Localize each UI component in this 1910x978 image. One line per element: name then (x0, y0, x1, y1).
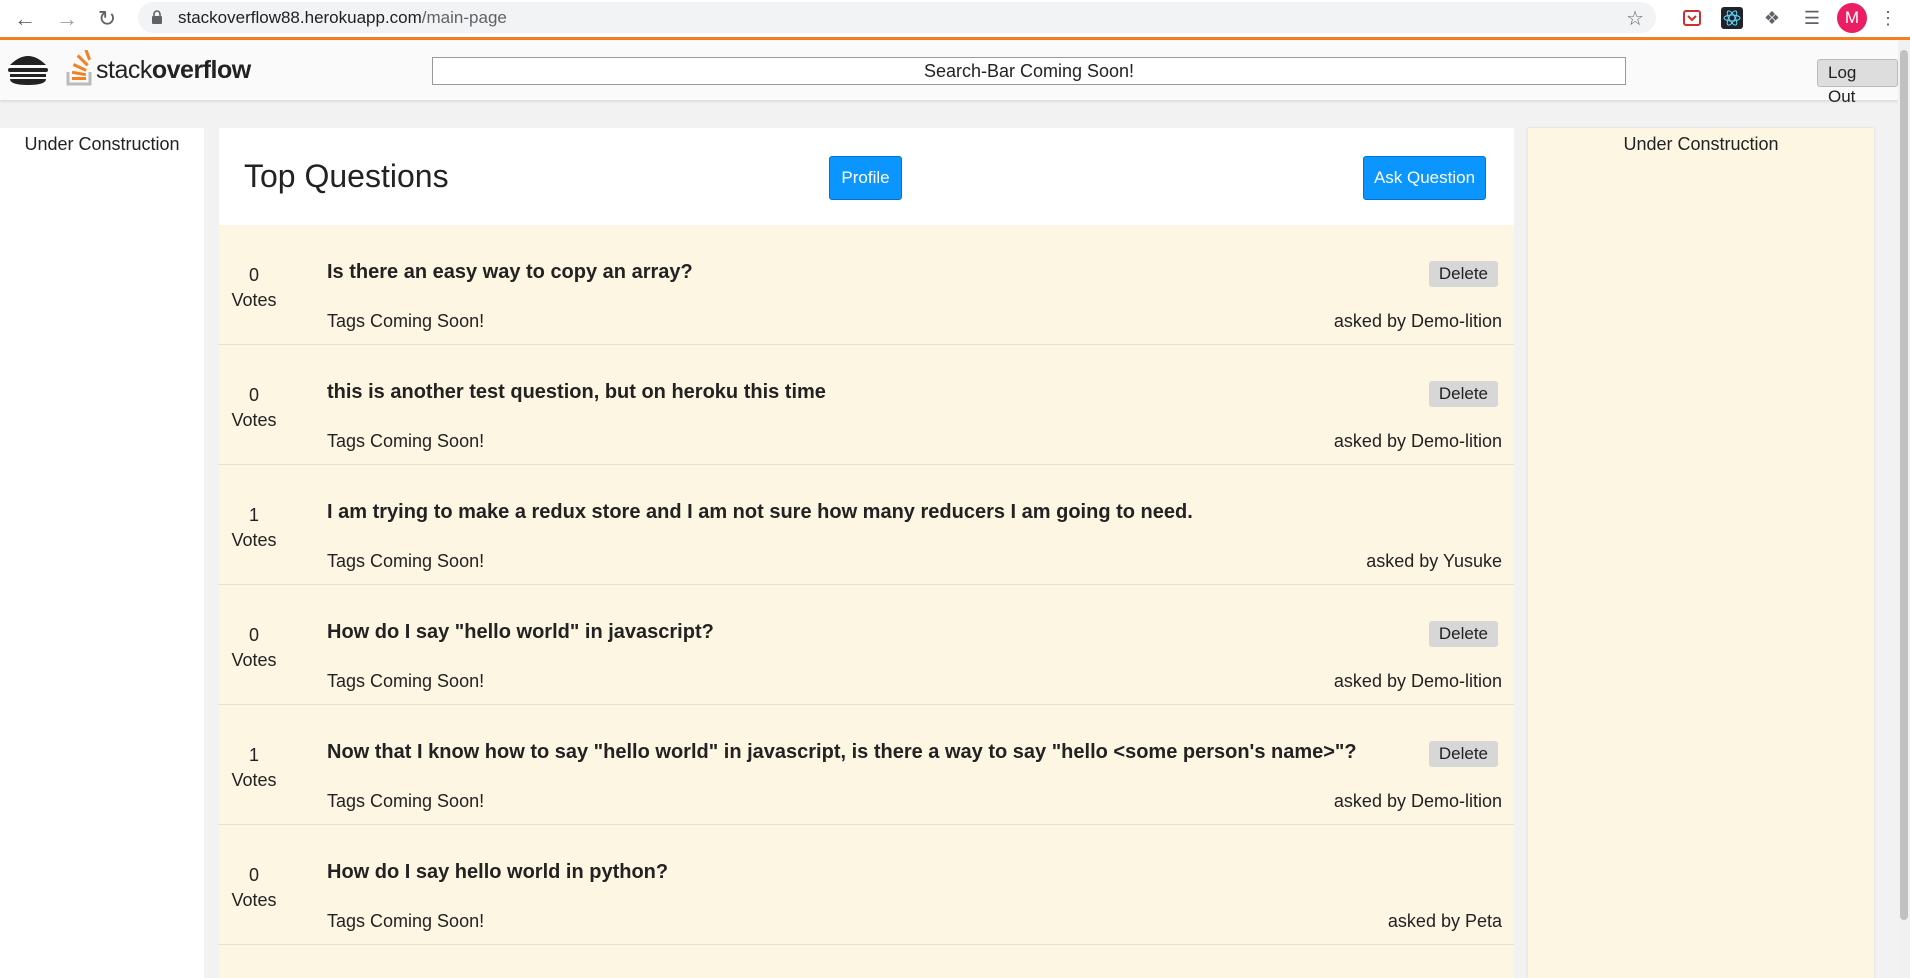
vote-count: 0 Votes (231, 265, 277, 310)
delete-button[interactable]: Delete (1428, 741, 1498, 767)
right-sidebar-label: Under Construction (1623, 134, 1779, 154)
right-sidebar: Under Construction (1528, 128, 1874, 978)
vote-count: 0 Votes (231, 625, 277, 670)
question-author: asked by Peta (1387, 911, 1502, 931)
burger-icon[interactable] (6, 50, 50, 86)
puzzle-icon[interactable]: ❖ (1759, 5, 1785, 31)
question-tags: Tags Coming Soon! (327, 311, 485, 331)
question-row: 1 Votes I am trying to make a redux store… (219, 465, 1514, 585)
vote-count: 0 Votes (231, 385, 277, 430)
question-author: asked by Yusuke (1366, 551, 1502, 571)
question-row: 0 Votes How do I say hello world in pytho… (219, 825, 1514, 945)
question-tags: Tags Coming Soon! (327, 431, 485, 451)
question-author: asked by Demo-lition (1333, 431, 1502, 451)
profile-button[interactable]: Profile (829, 156, 902, 200)
question-row: 0 Votes Is there an easy way to copy an a… (219, 225, 1514, 345)
question-row: 0 Votes this is another test question, bu… (219, 345, 1514, 465)
back-icon[interactable]: ← (10, 4, 40, 34)
page-title: Top Questions (244, 158, 449, 194)
profile-avatar[interactable]: M (1837, 3, 1867, 33)
question-row: 0 Votes How do I say "hello world" in jav… (219, 585, 1514, 705)
bookmark-star-icon[interactable]: ☆ (1626, 6, 1644, 31)
react-devtools-icon[interactable] (1719, 5, 1745, 31)
ask-question-button[interactable]: Ask Question (1363, 156, 1486, 200)
question-author: asked by Demo-lition (1333, 311, 1502, 331)
forward-icon[interactable]: → (52, 4, 82, 34)
address-bar[interactable]: stackoverflow88.herokuapp.com/main-page … (138, 2, 1656, 33)
lock-icon (152, 10, 162, 24)
logout-button[interactable]: Log Out (1817, 59, 1898, 106)
main-content: Top Questions Profile Ask Question 0 Vote… (219, 128, 1514, 978)
delete-button[interactable]: Delete (1428, 621, 1498, 647)
stackoverflow-logo-icon[interactable] (66, 50, 94, 86)
question-title-link[interactable]: Is there an easy way to copy an array? (327, 261, 693, 284)
page-scrollbar[interactable] (1898, 40, 1910, 978)
question-tags: Tags Coming Soon! (327, 911, 485, 931)
delete-button[interactable]: Delete (1428, 261, 1498, 287)
question-title-link[interactable]: How do I say "hello world" in javascript… (327, 621, 714, 644)
menu-dots-icon[interactable]: ⋮ (1875, 5, 1901, 31)
left-sidebar-label: Under Construction (24, 134, 180, 154)
question-author: asked by Demo-lition (1333, 791, 1502, 811)
question-title-link[interactable]: I am trying to make a redux store and I … (327, 501, 1193, 524)
question-tags: Tags Coming Soon! (327, 671, 485, 691)
left-sidebar: Under Construction (0, 128, 204, 978)
site-header: stackoverflow Search-Bar Coming Soon! Lo… (0, 40, 1898, 106)
browser-toolbar: ← → ↻ stackoverflow88.herokuapp.com/main… (0, 0, 1910, 40)
question-author: asked by Demo-lition (1333, 671, 1502, 691)
search-bar[interactable]: Search-Bar Coming Soon! (432, 57, 1626, 85)
main-header: Top Questions Profile Ask Question (219, 128, 1514, 225)
reload-icon[interactable]: ↻ (92, 4, 122, 34)
question-title-link[interactable]: Now that I know how to say "hello world"… (327, 741, 1357, 764)
question-title-link[interactable]: this is another test question, but on he… (327, 381, 826, 404)
question-list: 0 Votes Is there an easy way to copy an a… (219, 225, 1514, 945)
vote-count: 1 Votes (231, 505, 277, 550)
extension-icon[interactable] (1679, 5, 1705, 31)
question-row: 1 Votes Now that I know how to say "hello… (219, 705, 1514, 825)
question-tags: Tags Coming Soon! (327, 791, 485, 811)
scrollbar-thumb[interactable] (1900, 50, 1908, 920)
site-logo-text[interactable]: stackoverflow (96, 56, 251, 85)
url-text: stackoverflow88.herokuapp.com/main-page (178, 8, 507, 27)
question-title-link[interactable]: How do I say hello world in python? (327, 861, 668, 884)
vote-count: 1 Votes (231, 745, 277, 790)
delete-button[interactable]: Delete (1428, 381, 1498, 407)
question-tags: Tags Coming Soon! (327, 551, 485, 571)
media-queue-icon[interactable]: ☰ (1799, 5, 1825, 31)
vote-count: 0 Votes (231, 865, 277, 910)
